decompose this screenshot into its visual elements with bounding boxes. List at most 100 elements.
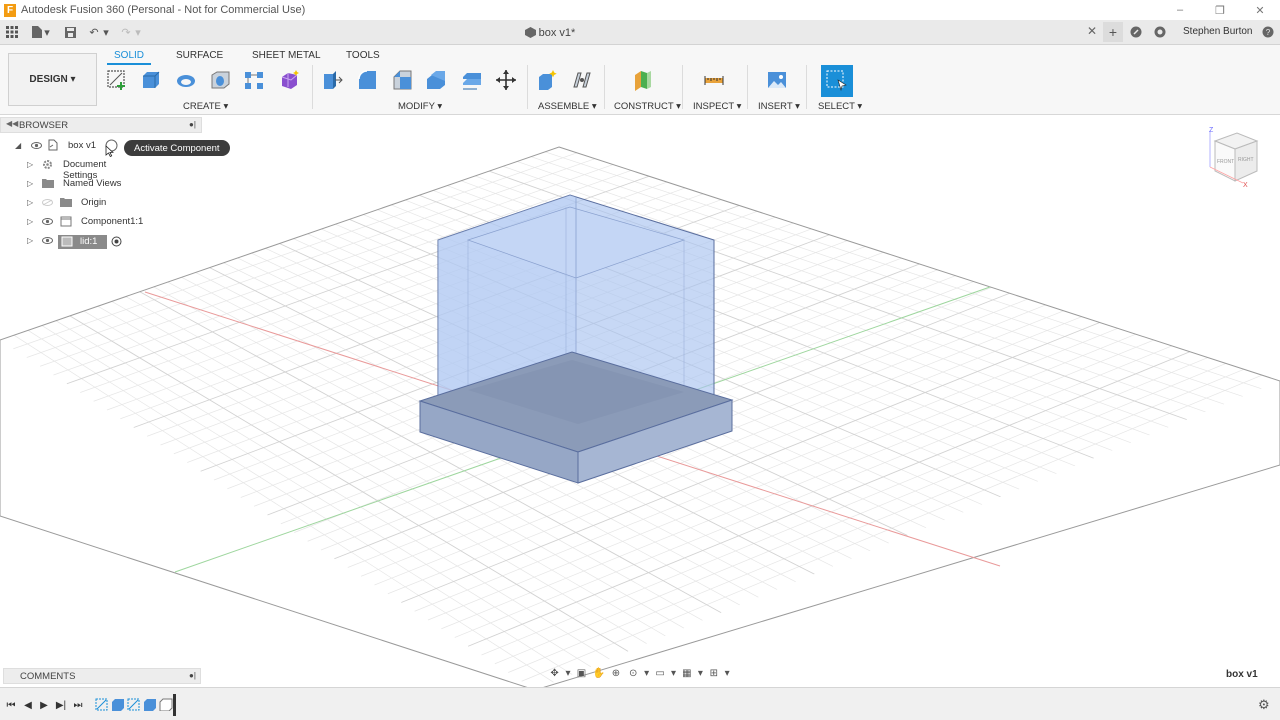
visibility-eye-icon[interactable] [42, 218, 53, 225]
grid-dropdown-chevron-icon[interactable]: ▾ [697, 666, 705, 680]
pan-hand-icon[interactable]: ✋ [591, 666, 606, 680]
zoom-icon[interactable]: ⊕ [608, 666, 623, 680]
pattern-icon[interactable] [242, 68, 266, 92]
axis-z-label: Z [1209, 127, 1214, 134]
hidden-eye-icon[interactable] [42, 199, 53, 206]
revolve-icon[interactable] [174, 68, 198, 92]
minimize-button[interactable]: – [1160, 0, 1200, 20]
insert-image-icon[interactable] [765, 68, 789, 92]
title-bar: F Autodesk Fusion 360 (Personal - Not fo… [0, 0, 1280, 20]
play-icon[interactable]: ▶ [37, 698, 51, 712]
lid-selection-highlight[interactable]: lid:1 [58, 235, 107, 249]
browser-title: BROWSER [19, 119, 69, 131]
step-forward-icon[interactable]: ▶| [54, 698, 68, 712]
expand-triangle-icon[interactable]: ◢ [15, 141, 21, 150]
modify-menu[interactable]: MODIFY ▾ [398, 101, 442, 112]
create-menu[interactable]: CREATE ▾ [183, 101, 228, 112]
hole-icon[interactable] [208, 68, 232, 92]
combine-icon[interactable] [459, 68, 483, 92]
pin-icon[interactable]: ●| [189, 120, 196, 129]
timeline-component-feature-icon[interactable] [159, 698, 173, 711]
viewcube-front-label[interactable]: FRONT [1217, 159, 1234, 165]
move-copy-icon[interactable] [494, 68, 518, 92]
look-at-icon[interactable]: ▣ [574, 666, 589, 680]
assemble-menu[interactable]: ASSEMBLE ▾ [538, 101, 597, 112]
viewcube[interactable]: Z X FRONT RIGHT [1207, 125, 1265, 191]
press-pull-icon[interactable] [320, 68, 344, 92]
orbit-icon[interactable]: ✥ [547, 666, 562, 680]
tab-surface[interactable]: SURFACE [176, 50, 223, 61]
create-sketch-icon[interactable] [105, 68, 129, 92]
document-tab-label: box v1* [538, 26, 576, 39]
browser-item-component1[interactable]: ▷ Component1:1 [26, 213, 146, 231]
timeline-sketch-feature-icon[interactable] [127, 698, 141, 711]
step-back-icon[interactable]: ◀ [21, 698, 35, 712]
workspace-switcher-button[interactable]: DESIGN ▾ [8, 53, 97, 106]
zoom-dropdown-chevron-icon[interactable]: ▾ [643, 666, 651, 680]
shell-icon[interactable] [424, 68, 448, 92]
quick-access-toolbar: ▾ ↶ ▾ ↷ ▾ box v1* ✕ + Stephen Burton ? [0, 20, 1280, 45]
browser-item-origin[interactable]: ▷ Origin [26, 194, 116, 212]
go-to-end-icon[interactable]: ⏭ [71, 698, 85, 712]
job-status-icon[interactable] [1129, 25, 1143, 39]
pin-icon[interactable]: ●| [189, 671, 196, 680]
offset-plane-icon[interactable] [631, 68, 655, 92]
insert-menu[interactable]: INSERT ▾ [758, 101, 800, 112]
axis-x-label: X [1243, 182, 1248, 189]
display-dropdown-chevron-icon[interactable]: ▾ [670, 666, 678, 680]
chamfer-icon[interactable] [390, 68, 414, 92]
viewports-dropdown-chevron-icon[interactable]: ▾ [723, 666, 731, 680]
component-icon [60, 216, 72, 227]
expand-triangle-icon[interactable]: ▷ [27, 179, 33, 188]
browser-item-named-views[interactable]: ▷ Named Views [26, 175, 126, 193]
tab-sheet-metal[interactable]: SHEET METAL [252, 50, 321, 61]
inspect-menu[interactable]: INSPECT ▾ [693, 101, 741, 112]
form-icon[interactable] [278, 68, 302, 92]
document-tab[interactable]: box v1* [0, 20, 1100, 45]
select-menu[interactable]: SELECT ▾ [818, 101, 862, 112]
browser-panel-header[interactable]: ◀◀ BROWSER ●| [0, 117, 202, 133]
browser-item-document-settings[interactable]: ▷ Document Settings [26, 156, 142, 181]
extrude-icon[interactable] [139, 68, 163, 92]
select-tool-button[interactable] [821, 65, 853, 97]
timeline-position-marker[interactable] [173, 694, 176, 716]
orbit-dropdown-chevron-icon[interactable]: ▾ [564, 666, 572, 680]
collapse-icon[interactable]: ◀◀ [6, 119, 18, 128]
timeline-extrude-feature-icon[interactable] [111, 698, 125, 711]
tab-solid[interactable]: SOLID [114, 50, 144, 61]
tab-tools[interactable]: TOOLS [346, 50, 380, 61]
measure-icon[interactable] [702, 68, 726, 92]
timeline-extrude-feature-icon[interactable] [143, 698, 157, 711]
browser-item-box-v1[interactable]: ◢ box v1 [14, 137, 124, 157]
new-component-icon[interactable] [535, 68, 559, 92]
comments-panel-header[interactable]: COMMENTS ●| [3, 668, 201, 684]
active-component-radio-icon[interactable] [111, 236, 122, 247]
new-tab-plus-icon[interactable]: + [1103, 22, 1123, 42]
display-settings-icon[interactable]: ▭ [652, 666, 667, 680]
3d-canvas[interactable] [0, 115, 1280, 687]
viewports-icon[interactable]: ⊞ [706, 666, 721, 680]
fillet-icon[interactable] [355, 68, 379, 92]
timeline-sketch-feature-icon[interactable] [95, 698, 109, 711]
visibility-eye-icon[interactable] [42, 237, 53, 244]
expand-triangle-icon[interactable]: ▷ [27, 198, 33, 207]
construct-menu[interactable]: CONSTRUCT ▾ [614, 101, 681, 112]
timeline-settings-gear-icon[interactable]: ⚙ [1258, 697, 1270, 713]
restore-button[interactable]: ❐ [1200, 0, 1240, 20]
notifications-icon[interactable] [1153, 25, 1167, 39]
go-to-start-icon[interactable]: ⏮ [4, 698, 18, 712]
grid-settings-icon[interactable]: ▦ [679, 666, 694, 680]
close-window-button[interactable]: ✕ [1240, 0, 1280, 20]
user-account-name[interactable]: Stephen Burton [1183, 26, 1253, 37]
visibility-eye-icon[interactable] [31, 142, 42, 149]
expand-triangle-icon[interactable]: ▷ [27, 217, 33, 226]
active-tab-indicator [107, 63, 151, 65]
help-icon[interactable]: ? [1261, 25, 1275, 39]
close-tab-icon[interactable]: ✕ [1087, 24, 1097, 38]
comments-title: COMMENTS [20, 670, 76, 682]
viewcube-right-label[interactable]: RIGHT [1238, 157, 1254, 163]
fit-icon[interactable]: ⊙ [626, 666, 641, 680]
expand-triangle-icon[interactable]: ▷ [27, 236, 33, 245]
joint-icon[interactable] [570, 68, 594, 92]
expand-triangle-icon[interactable]: ▷ [27, 160, 33, 169]
